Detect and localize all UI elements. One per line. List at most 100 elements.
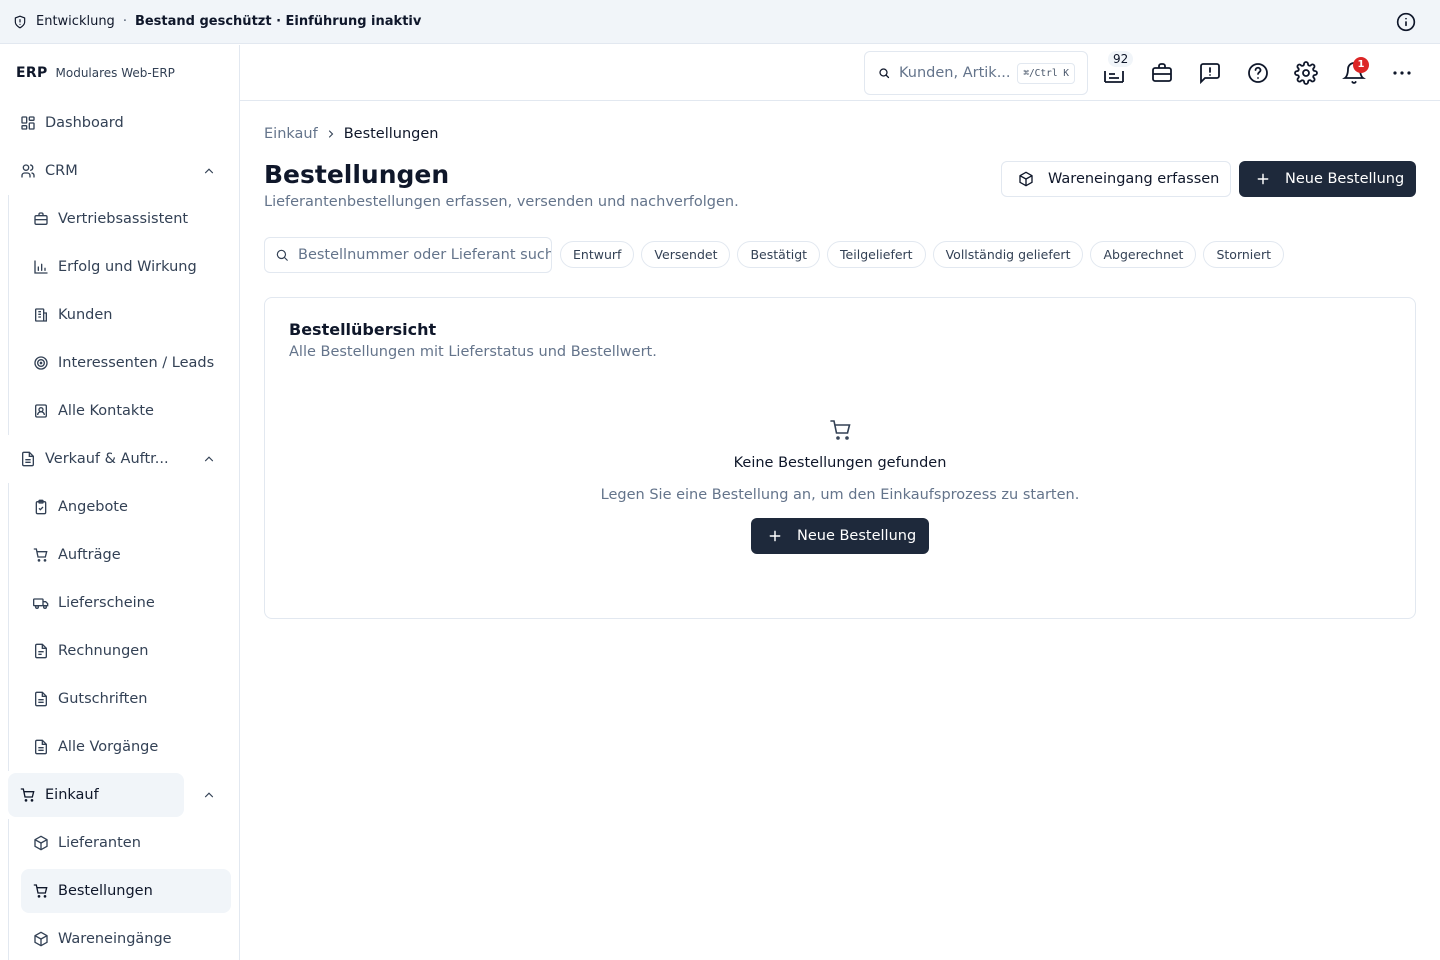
chevron-right-icon [325, 128, 337, 140]
chevron-up-icon[interactable] [202, 788, 216, 802]
sidebar-item-kunden[interactable]: Kunden [21, 293, 231, 337]
package-icon [33, 931, 49, 947]
filter-chip-abgerechnet[interactable]: Abgerechnet [1090, 241, 1197, 268]
empty-state-title: Keine Bestellungen gefunden [733, 455, 947, 471]
sidebar-item-label: Dashboard [45, 115, 124, 131]
sidebar-item-auftraege[interactable]: Aufträge [21, 533, 231, 577]
sidebar-item-label: Alle Kontakte [58, 403, 154, 419]
breadcrumb-parent[interactable]: Einkauf [264, 126, 318, 142]
sidebar-group-line [8, 195, 9, 435]
building-icon [33, 307, 49, 323]
filter-chip-storniert[interactable]: Storniert [1203, 241, 1284, 268]
sidebar-group-crm[interactable]: CRM [8, 149, 184, 193]
sidebar-group-verkauf[interactable]: Verkauf & Auftr... [8, 437, 184, 481]
separator: · [122, 14, 127, 29]
sidebar-item-label: Bestellungen [58, 883, 153, 899]
filter-chip-bestaetigt[interactable]: Bestätigt [737, 241, 821, 268]
new-order-button[interactable]: Neue Bestellung [1239, 161, 1416, 197]
goods-receipt-button[interactable]: Wareneingang erfassen [1001, 161, 1231, 197]
sidebar-item-lieferscheine[interactable]: Lieferscheine [21, 581, 231, 625]
sidebar-item-erfolg[interactable]: Erfolg und Wirkung [21, 245, 231, 289]
chevron-up-icon[interactable] [202, 452, 216, 466]
filter-chip-versendet[interactable]: Versendet [641, 241, 731, 268]
plus-icon [1256, 172, 1270, 186]
help-icon[interactable] [1246, 61, 1270, 85]
filter-chip-teilgeliefert[interactable]: Teilgeliefert [827, 241, 926, 268]
sidebar-group-label: Einkauf [45, 787, 99, 803]
cart-icon [33, 883, 49, 899]
document-icon [33, 691, 49, 707]
page-subtitle: Lieferantenbestellungen erfassen, versen… [264, 194, 739, 210]
global-search[interactable]: Kunden, Artik... ⌘/Ctrl K [864, 51, 1088, 95]
sidebar-item-label: Lieferscheine [58, 595, 155, 611]
sidebar-group-einkauf[interactable]: Einkauf [8, 773, 184, 817]
orders-card: Bestellübersicht Alle Bestellungen mit L… [264, 297, 1416, 619]
target-icon [33, 355, 49, 371]
sidebar-item-label: Angebote [58, 499, 128, 515]
sidebar-item-kontakte[interactable]: Alle Kontakte [21, 389, 231, 433]
cart-icon [20, 787, 36, 803]
info-icon[interactable] [1396, 12, 1416, 32]
sidebar-item-bestellungen[interactable]: Bestellungen [21, 869, 231, 913]
filter-chip-entwurf[interactable]: Entwurf [560, 241, 635, 268]
document-icon [33, 739, 49, 755]
sidebar-item-wareneingaenge[interactable]: Wareneingänge [21, 917, 231, 960]
brand[interactable]: ERP Modulares Web-ERP [16, 65, 175, 81]
order-search-input[interactable]: Bestellnummer oder Lieferant suchen [264, 237, 552, 273]
sidebar-group-label: Verkauf & Auftr... [45, 451, 169, 467]
sidebar-item-label: Alle Vorgänge [58, 739, 159, 755]
status-filter-chips: Entwurf Versendet Bestätigt Teilgeliefer… [560, 241, 1291, 268]
sidebar-item-leads[interactable]: Interessenten / Leads [21, 341, 231, 385]
shield-icon [13, 15, 27, 29]
top-bar: Kunden, Artik... ⌘/Ctrl K 92 1 [240, 45, 1440, 101]
sidebar-group-label: CRM [45, 163, 78, 179]
card-title: Bestellübersicht [289, 320, 437, 339]
sidebar-item-label: Wareneingänge [58, 931, 172, 947]
sidebar-item-label: Erfolg und Wirkung [58, 259, 197, 275]
briefcase-icon[interactable] [1150, 61, 1174, 85]
button-label: Neue Bestellung [797, 528, 917, 544]
sidebar-item-label: Vertriebsassistent [58, 211, 189, 227]
button-label: Neue Bestellung [1285, 171, 1405, 187]
filter-chip-vollstaendig[interactable]: Vollständig geliefert [932, 241, 1084, 268]
inventory-count-badge: 92 [1108, 51, 1134, 67]
search-placeholder: Bestellnummer oder Lieferant suchen [298, 247, 552, 263]
sidebar-item-vertriebsassistent[interactable]: Vertriebsassistent [21, 197, 231, 241]
brand-subtitle: Modulares Web-ERP [55, 66, 175, 80]
package-icon [1018, 171, 1034, 187]
sidebar-item-rechnungen[interactable]: Rechnungen [21, 629, 231, 673]
briefcase-icon [33, 211, 49, 227]
empty-new-order-button[interactable]: Neue Bestellung [751, 518, 929, 554]
invoice-icon [33, 643, 49, 659]
breadcrumb-current: Bestellungen [343, 126, 439, 142]
sidebar-item-gutschriften[interactable]: Gutschriften [21, 677, 231, 721]
sidebar-item-lieferanten[interactable]: Lieferanten [21, 821, 231, 865]
chevron-up-icon[interactable] [202, 164, 216, 178]
sidebar-group-line [8, 483, 9, 771]
clipboard-icon [33, 499, 49, 515]
environment-bar: Entwicklung · Bestand geschützt · Einfüh… [0, 0, 1440, 44]
sidebar-item-angebote[interactable]: Angebote [21, 485, 231, 529]
sidebar: ERP Modulares Web-ERP Dashboard CRM Vert… [0, 45, 240, 960]
environment-status: Bestand geschützt · Einführung inaktiv [134, 14, 422, 29]
sidebar-group-line [8, 819, 9, 960]
sidebar-item-vorgaenge[interactable]: Alle Vorgänge [21, 725, 231, 769]
feedback-icon[interactable] [1198, 61, 1222, 85]
button-label: Wareneingang erfassen [1048, 171, 1220, 187]
gear-icon[interactable] [1294, 61, 1318, 85]
truck-icon [33, 595, 49, 611]
cart-icon [33, 547, 49, 563]
search-icon [878, 67, 890, 79]
empty-state-description: Legen Sie eine Bestellung an, um den Ein… [600, 487, 1080, 503]
sidebar-item-label: Gutschriften [58, 691, 148, 707]
shortcut-hint: ⌘/Ctrl K [1017, 63, 1075, 84]
sidebar-item-label: Lieferanten [58, 835, 141, 851]
logo: ERP [16, 65, 48, 81]
sidebar-item-dashboard[interactable]: Dashboard [8, 101, 184, 145]
package-icon [33, 835, 49, 851]
notification-badge: 1 [1353, 57, 1369, 73]
more-icon[interactable] [1390, 61, 1414, 85]
sidebar-item-label: Interessenten / Leads [58, 355, 215, 371]
cart-icon [829, 418, 853, 442]
search-placeholder: Kunden, Artik... [899, 65, 1011, 81]
